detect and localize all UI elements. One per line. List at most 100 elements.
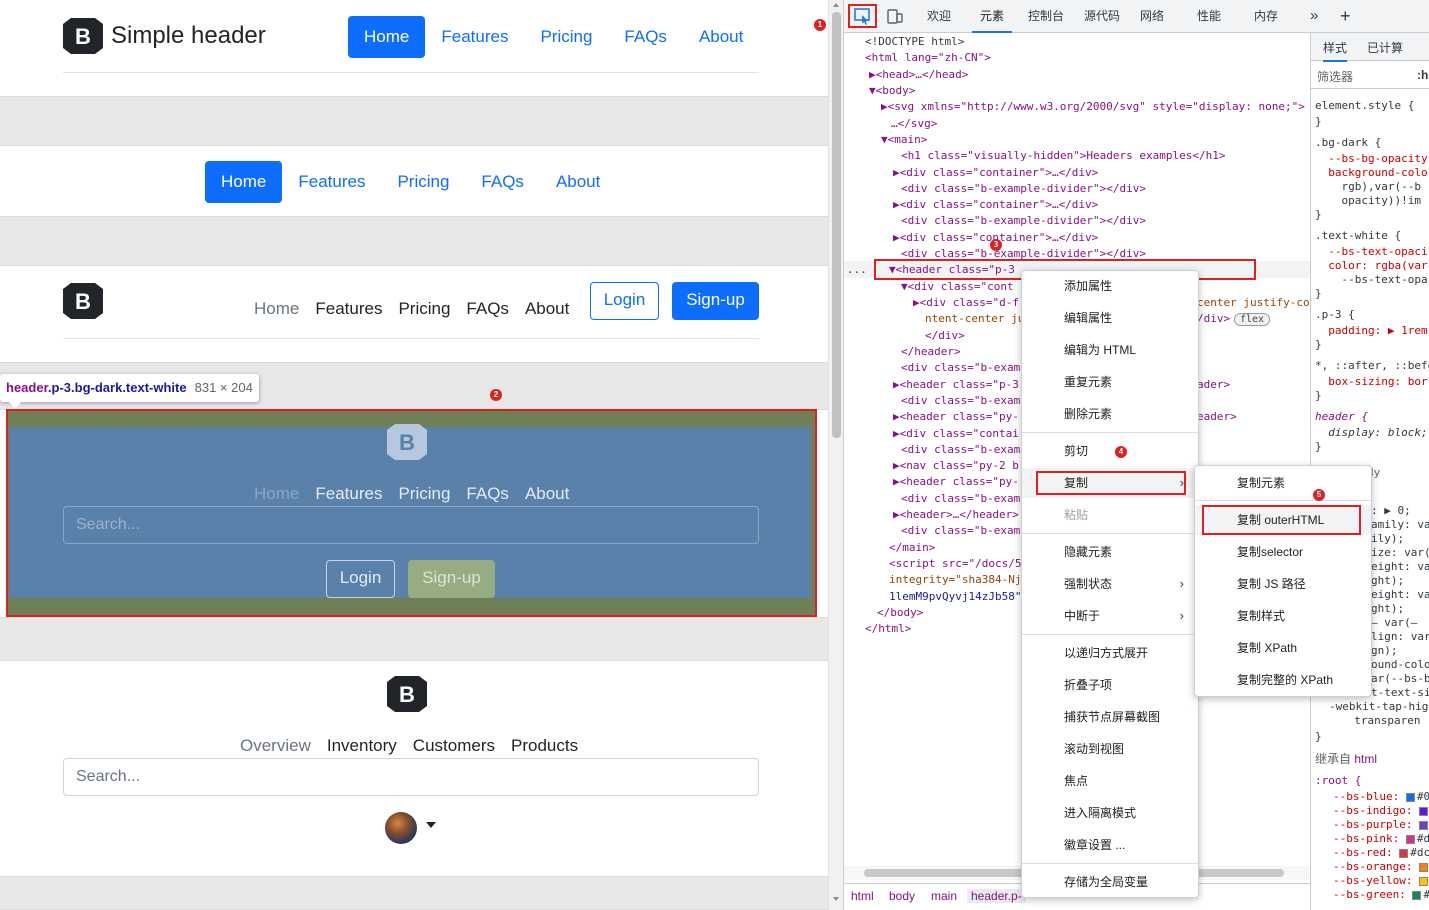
dom-line[interactable]: </main>: [889, 540, 935, 556]
dom-line[interactable]: …</svg>: [891, 116, 937, 132]
color-swatch-icon[interactable]: [1419, 820, 1429, 830]
style-line[interactable]: .bg-dark {: [1315, 136, 1381, 150]
more-tabs-icon[interactable]: »: [1310, 0, 1318, 33]
css-variable-row[interactable]: --bs-purple:: [1333, 818, 1429, 832]
style-line[interactable]: ize: var(: [1371, 546, 1429, 560]
menu-copy-selector[interactable]: 复制selector: [1195, 537, 1371, 567]
dom-line[interactable]: ▶<svg xmlns="http://www.w3.org/2000/svg"…: [881, 99, 1305, 115]
tab-performance[interactable]: 性能: [1197, 0, 1221, 33]
style-line[interactable]: ound-colo: [1371, 658, 1429, 672]
menu-scroll-into-view[interactable]: 滚动到视图: [1022, 734, 1198, 764]
style-line[interactable]: background-colo: [1315, 166, 1427, 180]
style-line[interactable]: t-text-si: [1371, 686, 1429, 700]
dom-line[interactable]: 1lemM9pvQyvj14zJb58": [889, 589, 1021, 605]
tab-memory[interactable]: 内存: [1254, 0, 1278, 33]
color-swatch-icon[interactable]: [1419, 806, 1429, 816]
style-line[interactable]: .p-3 {: [1315, 308, 1355, 322]
dom-line[interactable]: ntent-center ju: [925, 311, 1024, 327]
menu-duplicate-element[interactable]: 重复元素: [1022, 367, 1198, 397]
nav-pricing[interactable]: Pricing: [524, 18, 608, 56]
style-line[interactable]: *, ::after, ::befo: [1315, 359, 1429, 373]
nav-features[interactable]: Features: [307, 290, 390, 328]
style-line[interactable]: padding: ▶ 1rem: [1315, 324, 1427, 338]
chevron-down-icon[interactable]: [426, 822, 436, 828]
signup-button[interactable]: Sign-up: [672, 282, 759, 320]
menu-hide-element[interactable]: 隐藏元素: [1022, 537, 1198, 567]
style-line[interactable]: eight: va: [1371, 588, 1429, 602]
style-line[interactable]: element.style {: [1315, 99, 1414, 113]
menu-edit-as-html[interactable]: 编辑为 HTML: [1022, 335, 1198, 365]
device-toolbar-icon[interactable]: [884, 6, 906, 26]
dom-line[interactable]: ▼<div class="cont: [901, 279, 1014, 295]
nav-about[interactable]: About: [517, 290, 577, 328]
dom-line[interactable]: <html lang="zh-CN">: [865, 50, 991, 66]
dom-line[interactable]: <div class="b-exam: [901, 523, 1020, 539]
dom-line[interactable]: </body>: [877, 605, 923, 621]
tab-network[interactable]: 网络: [1140, 0, 1164, 33]
row-ellipsis-menu[interactable]: ...: [847, 262, 867, 278]
breadcrumb-header[interactable]: header.p-: [967, 889, 1026, 903]
color-swatch-icon[interactable]: [1405, 792, 1415, 802]
bootstrap-logo-icon[interactable]: B: [63, 283, 103, 319]
dom-line[interactable]: ▼<body>: [869, 83, 915, 99]
style-line[interactable]: :root {: [1315, 774, 1361, 788]
dom-line[interactable]: ▶<head>…</head>: [869, 67, 968, 83]
menu-store-as-global[interactable]: 存储为全局变量: [1022, 867, 1198, 897]
menu-badge-settings[interactable]: 徽章设置 ...: [1022, 830, 1198, 860]
nav-features[interactable]: Features: [282, 163, 381, 201]
search-input[interactable]: Search...: [63, 758, 759, 796]
dom-line[interactable]: <h1 class="visually-hidden">Headers exam…: [901, 148, 1226, 164]
bootstrap-logo-icon[interactable]: B: [63, 18, 103, 54]
breadcrumb-body[interactable]: body: [889, 889, 915, 903]
menu-edit-attribute[interactable]: 编辑属性: [1022, 303, 1198, 333]
login-button[interactable]: Login: [590, 282, 659, 320]
menu-delete-element[interactable]: 删除元素: [1022, 399, 1198, 429]
dom-line[interactable]: ▶<div class="d-f: [913, 295, 1019, 311]
dom-line[interactable]: ▶<header class="py-: [893, 474, 1019, 490]
color-swatch-icon[interactable]: [1412, 890, 1422, 900]
dom-line[interactable]: <div class="b-exam: [901, 393, 1020, 409]
nav-pricing[interactable]: Pricing: [381, 163, 465, 201]
dom-line[interactable]: <div class="b-exam: [901, 360, 1020, 376]
menu-break-on[interactable]: 中断于 ›: [1022, 601, 1198, 631]
color-swatch-icon[interactable]: [1405, 834, 1415, 844]
style-line[interactable]: transparen: [1341, 714, 1420, 728]
menu-copy-element[interactable]: 复制元素: [1195, 468, 1371, 498]
flex-badge[interactable]: flex: [1234, 311, 1271, 327]
nav-about[interactable]: About: [683, 18, 759, 56]
dom-line[interactable]: <div class="b-exam: [901, 442, 1020, 458]
dom-line[interactable]: </header>: [901, 344, 961, 360]
hover-state-toggle[interactable]: :h: [1417, 68, 1428, 82]
color-swatch-icon[interactable]: [1399, 848, 1409, 858]
breadcrumb-main[interactable]: main: [931, 889, 957, 903]
style-line[interactable]: amily: va: [1371, 518, 1429, 532]
menu-expand-recursively[interactable]: 以递归方式展开: [1022, 638, 1198, 668]
style-line[interactable]: box-sizing: bor: [1315, 375, 1427, 389]
dom-line[interactable]: ▶<div class="container">…</div>: [893, 165, 1098, 181]
nav-faqs[interactable]: FAQs: [458, 290, 517, 328]
style-line[interactable]: — var(—: [1371, 616, 1417, 630]
dom-line[interactable]: ▶<header class="p-3: [893, 377, 1019, 393]
menu-force-state[interactable]: 强制状态 ›: [1022, 569, 1198, 599]
menu-capture-node-screenshot[interactable]: 捕获节点屏幕截图: [1022, 702, 1198, 732]
menu-add-attribute[interactable]: 添加属性: [1022, 271, 1198, 301]
nav-faqs[interactable]: FAQs: [608, 18, 683, 56]
dom-line[interactable]: <div class="b-example-divider"></div>: [901, 213, 1146, 229]
dom-line[interactable]: <!DOCTYPE html>: [865, 34, 964, 50]
color-swatch-icon[interactable]: [1419, 862, 1429, 872]
menu-copy-js-path[interactable]: 复制 JS 路径: [1195, 569, 1371, 599]
style-line[interactable]: header {: [1315, 410, 1368, 424]
bootstrap-logo-icon[interactable]: B: [387, 676, 427, 712]
style-line[interactable]: -webkit-tap-hig: [1329, 700, 1428, 714]
nav-pricing[interactable]: Pricing: [390, 290, 458, 328]
add-tab-icon[interactable]: +: [1340, 0, 1351, 33]
dom-line[interactable]: ▶<div class="contai: [893, 426, 1019, 442]
tab-sources[interactable]: 源代码: [1084, 0, 1120, 33]
nav-home[interactable]: Home: [246, 290, 307, 328]
brand-title[interactable]: Simple header: [111, 21, 266, 51]
breadcrumb-html[interactable]: html: [851, 889, 874, 903]
css-variable-row[interactable]: --bs-orange:: [1333, 860, 1429, 874]
dom-line[interactable]: ▶<nav class="py-2 b: [893, 458, 1019, 474]
menu-isolation-mode[interactable]: 进入隔离模式: [1022, 798, 1198, 828]
tab-welcome[interactable]: 欢迎: [927, 0, 951, 33]
